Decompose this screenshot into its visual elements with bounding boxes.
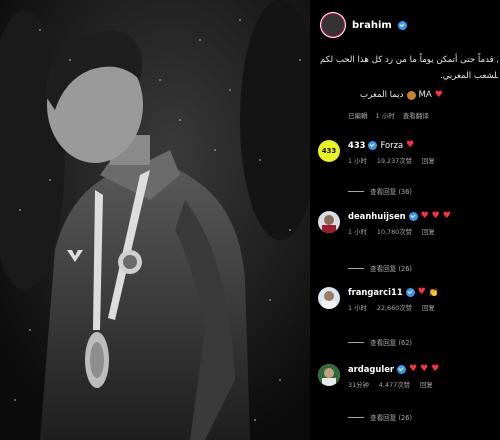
comment-username[interactable]: 433	[348, 140, 365, 150]
verified-badge-icon	[405, 287, 415, 297]
comment-likes[interactable]: 4,477次赞	[379, 380, 410, 389]
comment-text: Forza	[380, 140, 404, 150]
heart-icon: ♥	[442, 211, 451, 221]
comment-meta: 1 小时 19,237次赞 回复	[348, 156, 498, 165]
comment-avatar[interactable]	[318, 287, 340, 309]
comment-time: 31分钟	[348, 381, 369, 389]
comment-likes[interactable]: 19,237次赞	[377, 156, 412, 165]
avatar-image	[318, 364, 340, 386]
replies-dash	[348, 341, 364, 343]
comment-meta: 1 小时 10,780次赞 回复	[348, 227, 498, 236]
comment-likes[interactable]: 22,660次赞	[377, 303, 412, 312]
author-username[interactable]: brahim	[352, 20, 392, 31]
edited-label: 已編輯	[348, 112, 368, 120]
instagram-post-view: brahim ي قدماً حتى أتمكن يوماً ما من رد …	[0, 0, 500, 440]
comment-avatar[interactable]	[318, 211, 340, 233]
reply-button[interactable]: 回复	[420, 380, 433, 389]
view-replies-link[interactable]: 查看回复 (26)	[348, 263, 412, 273]
comment-body: ardaguler ♥ ♥ ♥ 31分钟 4,477次赞 回复	[348, 364, 498, 389]
comment-time: 1 小时	[348, 157, 367, 165]
heart-icon: ♥	[431, 211, 440, 221]
heart-icon: ♥	[434, 90, 443, 100]
replies-dash	[348, 267, 364, 269]
comments-panel: brahim ي قدماً حتى أتمكن يوماً ما من رد …	[310, 0, 500, 440]
view-replies-label[interactable]: 查看回复 (26)	[370, 263, 412, 273]
heart-icon: ♥	[431, 364, 440, 374]
heart-icon: ♥	[420, 211, 429, 221]
author-avatar[interactable]	[320, 12, 346, 38]
avatar-image	[322, 215, 336, 233]
reply-button[interactable]: 回复	[422, 303, 435, 312]
view-replies-link[interactable]: 查看回复 (36)	[348, 186, 412, 196]
view-replies-link[interactable]: 查看回复 (26)	[348, 412, 412, 422]
comment-header: deanhuijsen ♥ ♥ ♥	[348, 211, 498, 221]
heart-icon: ♥	[409, 364, 418, 374]
avatar-text: 433	[321, 147, 337, 155]
comment-header: 433 Forza ♥	[348, 140, 498, 150]
reply-button[interactable]: 回复	[422, 227, 435, 236]
post-photo[interactable]	[0, 0, 310, 440]
player-photo-illustration	[0, 0, 310, 440]
view-replies-label[interactable]: 查看回复 (26)	[370, 412, 412, 422]
caption-sign: ديما المغرب	[360, 90, 404, 100]
comment-username[interactable]: deanhuijsen	[348, 211, 406, 221]
post-time: 1 小时	[375, 112, 395, 120]
comment-meta: 1 小时 22,660次赞 回复	[348, 303, 498, 312]
comment-header: ardaguler ♥ ♥ ♥	[348, 364, 498, 374]
comment-body: 433 Forza ♥ 1 小时 19,237次赞 回复	[348, 140, 498, 165]
post-caption: ي قدماً حتى أتمكن يوماً ما من رد كل هذا …	[320, 52, 498, 84]
caption-sign-line: ديما المغرب MA ♥	[360, 90, 443, 100]
verified-badge-icon	[397, 20, 407, 30]
post-meta: 已編輯 1 小时 查看翻译	[348, 110, 429, 120]
comment-username[interactable]: frangarci11	[348, 287, 403, 297]
verified-badge-icon	[408, 211, 418, 221]
lion-emoji-icon	[406, 90, 416, 100]
comment-time: 1 小时	[348, 304, 367, 312]
caption-line-1: ي قدماً حتى أتمكن يوماً ما من رد كل هذا …	[320, 55, 498, 65]
comment-body: frangarci11 ♥ 👏 1 小时 22,660次赞 回复	[348, 287, 498, 312]
view-replies-link[interactable]: 查看回复 (62)	[348, 337, 412, 347]
comment-meta: 31分钟 4,477次赞 回复	[348, 380, 498, 389]
caption-sign-suffix: MA	[418, 90, 432, 100]
replies-dash	[348, 416, 364, 418]
heart-icon: ♥	[417, 287, 426, 297]
comment-avatar[interactable]	[318, 364, 340, 386]
avatar-image	[322, 291, 336, 309]
verified-badge-icon	[397, 364, 407, 374]
view-replies-label[interactable]: 查看回复 (36)	[370, 186, 412, 196]
see-translation-link[interactable]: 查看翻译	[403, 110, 429, 120]
post-author-row[interactable]: brahim	[320, 12, 407, 38]
comment-header: frangarci11 ♥ 👏	[348, 287, 498, 297]
comment-username[interactable]: ardaguler	[348, 364, 394, 374]
heart-icon: ♥	[406, 140, 415, 150]
view-replies-label[interactable]: 查看回复 (62)	[370, 337, 412, 347]
replies-dash	[348, 190, 364, 192]
heart-icon: ♥	[420, 364, 429, 374]
comment-likes[interactable]: 10,780次赞	[377, 227, 412, 236]
comment-avatar[interactable]: 433	[318, 140, 340, 162]
comment-body: deanhuijsen ♥ ♥ ♥ 1 小时 10,780次赞 回复	[348, 211, 498, 236]
reply-button[interactable]: 回复	[422, 156, 435, 165]
clap-emoji-icon: 👏	[428, 287, 439, 297]
verified-badge-icon	[368, 140, 378, 150]
caption-line-2: .وأن أكون فخراً للشعب المغربي	[440, 71, 498, 81]
comment-time: 1 小时	[348, 228, 367, 236]
